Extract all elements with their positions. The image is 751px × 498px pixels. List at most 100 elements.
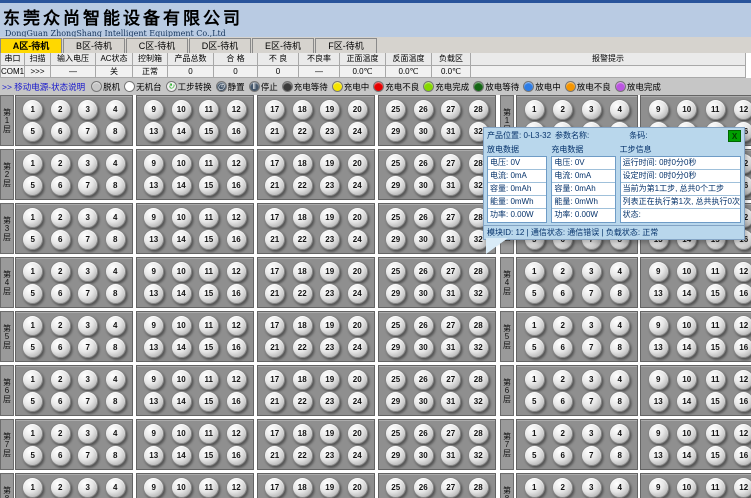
cell-button[interactable]: 26 bbox=[413, 423, 434, 444]
cell-button[interactable]: 29 bbox=[385, 391, 406, 412]
cell-button[interactable]: 6 bbox=[50, 175, 71, 196]
cell-button[interactable]: 20 bbox=[347, 477, 368, 498]
cell-button[interactable]: 30 bbox=[413, 337, 434, 358]
cell-button[interactable]: 12 bbox=[226, 99, 247, 120]
cell-button[interactable]: 11 bbox=[198, 99, 219, 120]
cell-button[interactable]: 2 bbox=[50, 99, 71, 120]
cell-button[interactable]: 31 bbox=[440, 229, 461, 250]
cell-button[interactable]: 5 bbox=[22, 283, 43, 304]
cell-button[interactable]: 31 bbox=[440, 391, 461, 412]
cell-button[interactable]: 6 bbox=[50, 337, 71, 358]
cell-button[interactable]: 21 bbox=[264, 391, 285, 412]
cell-button[interactable]: 2 bbox=[50, 315, 71, 336]
cell-button[interactable]: 1 bbox=[22, 99, 43, 120]
cell-button[interactable]: 23 bbox=[319, 283, 340, 304]
cell-button[interactable]: 24 bbox=[347, 229, 368, 250]
cell-button[interactable]: 4 bbox=[609, 423, 630, 444]
cell-button[interactable]: 9 bbox=[648, 261, 669, 282]
cell-button[interactable]: 18 bbox=[292, 423, 313, 444]
cell-button[interactable]: 11 bbox=[705, 261, 726, 282]
cell-button[interactable]: 32 bbox=[468, 283, 489, 304]
cell-button[interactable]: 21 bbox=[264, 121, 285, 142]
cell-button[interactable]: 20 bbox=[347, 99, 368, 120]
cell-button[interactable]: 15 bbox=[198, 175, 219, 196]
cell-button[interactable]: 16 bbox=[226, 175, 247, 196]
cell-button[interactable]: 29 bbox=[385, 337, 406, 358]
cell-button[interactable]: 3 bbox=[77, 315, 98, 336]
cell-button[interactable]: 3 bbox=[77, 153, 98, 174]
popup-close-button[interactable]: X bbox=[728, 130, 741, 142]
cell-button[interactable]: 3 bbox=[581, 99, 602, 120]
cell-button[interactable]: 25 bbox=[385, 315, 406, 336]
cell-button[interactable]: 16 bbox=[226, 121, 247, 142]
cell-button[interactable]: 1 bbox=[22, 315, 43, 336]
cell-button[interactable]: 7 bbox=[581, 283, 602, 304]
cell-button[interactable]: 17 bbox=[264, 423, 285, 444]
cell-button[interactable]: 14 bbox=[676, 283, 697, 304]
cell-button[interactable]: 2 bbox=[552, 369, 573, 390]
cell-button[interactable]: 10 bbox=[171, 477, 192, 498]
cell-button[interactable]: 1 bbox=[524, 99, 545, 120]
cell-button[interactable]: 24 bbox=[347, 337, 368, 358]
cell-button[interactable]: 6 bbox=[552, 337, 573, 358]
cell-button[interactable]: 26 bbox=[413, 261, 434, 282]
cell-button[interactable]: 5 bbox=[524, 391, 545, 412]
cell-button[interactable]: 7 bbox=[581, 391, 602, 412]
cell-button[interactable]: 15 bbox=[198, 283, 219, 304]
cell-button[interactable]: 15 bbox=[705, 337, 726, 358]
cell-button[interactable]: 6 bbox=[552, 283, 573, 304]
cell-button[interactable]: 12 bbox=[733, 315, 751, 336]
cell-button[interactable]: 2 bbox=[50, 477, 71, 498]
cell-button[interactable]: 9 bbox=[143, 207, 164, 228]
cell-button[interactable]: 11 bbox=[705, 99, 726, 120]
cell-button[interactable]: 12 bbox=[226, 477, 247, 498]
cell-button[interactable]: 4 bbox=[105, 477, 126, 498]
cell-button[interactable]: 2 bbox=[552, 477, 573, 498]
cell-button[interactable]: 15 bbox=[198, 337, 219, 358]
cell-button[interactable]: 8 bbox=[609, 391, 630, 412]
cell-button[interactable]: 24 bbox=[347, 121, 368, 142]
cell-button[interactable]: 11 bbox=[705, 315, 726, 336]
cell-button[interactable]: 15 bbox=[198, 121, 219, 142]
cell-button[interactable]: 24 bbox=[347, 175, 368, 196]
cell-button[interactable]: 20 bbox=[347, 261, 368, 282]
cell-button[interactable]: 23 bbox=[319, 229, 340, 250]
cell-button[interactable]: 15 bbox=[198, 229, 219, 250]
cell-button[interactable]: 9 bbox=[143, 423, 164, 444]
cell-button[interactable]: 20 bbox=[347, 423, 368, 444]
cell-button[interactable]: 22 bbox=[292, 175, 313, 196]
cell-button[interactable]: 7 bbox=[77, 121, 98, 142]
cell-button[interactable]: 17 bbox=[264, 261, 285, 282]
cell-button[interactable]: 12 bbox=[733, 261, 751, 282]
cell-button[interactable]: 1 bbox=[524, 315, 545, 336]
cell-button[interactable]: 6 bbox=[50, 283, 71, 304]
cell-button[interactable]: 22 bbox=[292, 283, 313, 304]
cell-button[interactable]: 19 bbox=[319, 261, 340, 282]
cell-button[interactable]: 9 bbox=[143, 99, 164, 120]
cell-button[interactable]: 4 bbox=[105, 369, 126, 390]
cell-button[interactable]: 11 bbox=[198, 369, 219, 390]
cell-button[interactable]: 13 bbox=[648, 445, 669, 466]
cell-button[interactable]: 5 bbox=[22, 175, 43, 196]
cell-button[interactable]: 8 bbox=[105, 391, 126, 412]
cell-button[interactable]: 3 bbox=[77, 369, 98, 390]
cell-button[interactable]: 25 bbox=[385, 261, 406, 282]
cell-button[interactable]: 8 bbox=[105, 283, 126, 304]
cell-button[interactable]: 11 bbox=[198, 261, 219, 282]
cell-button[interactable]: 18 bbox=[292, 315, 313, 336]
cell-button[interactable]: 3 bbox=[77, 423, 98, 444]
cell-button[interactable]: 1 bbox=[22, 207, 43, 228]
cell-button[interactable]: 9 bbox=[143, 261, 164, 282]
cell-button[interactable]: 1 bbox=[524, 477, 545, 498]
tab-zone-1[interactable]: B区-待机 bbox=[63, 38, 125, 53]
cell-button[interactable]: 12 bbox=[226, 315, 247, 336]
cell-button[interactable]: 1 bbox=[524, 261, 545, 282]
cell-button[interactable]: 9 bbox=[143, 315, 164, 336]
cell-button[interactable]: 26 bbox=[413, 369, 434, 390]
tab-zone-4[interactable]: E区-待机 bbox=[252, 38, 314, 53]
cell-button[interactable]: 27 bbox=[440, 207, 461, 228]
cell-button[interactable]: 14 bbox=[171, 229, 192, 250]
cell-button[interactable]: 23 bbox=[319, 175, 340, 196]
cell-button[interactable]: 25 bbox=[385, 99, 406, 120]
cell-button[interactable]: 4 bbox=[609, 477, 630, 498]
